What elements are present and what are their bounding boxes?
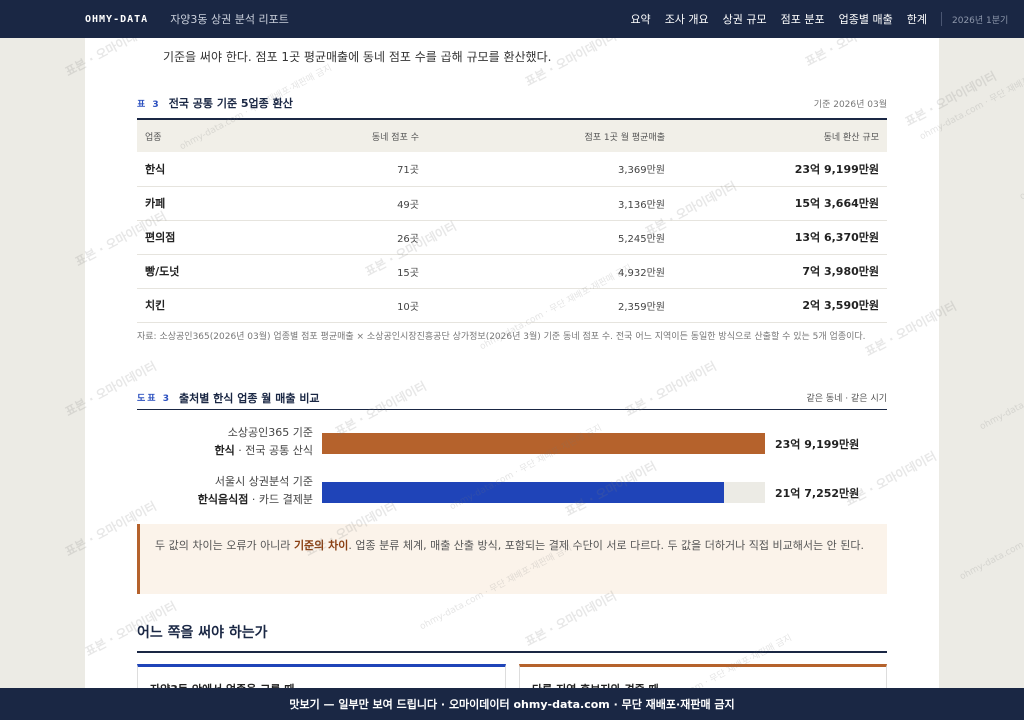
- cell-category: 치킨: [137, 288, 247, 323]
- report-page: 기준을 써야 한다. 점포 1곳 평균매출에 동네 점포 수를 곱해 규모를 환…: [85, 38, 939, 720]
- cell-store-count: 15곳: [247, 254, 427, 289]
- bar-row-seoul: 서울시 상권분석 기준 한식음식점 · 카드 결제분 21억 7,252만원: [137, 473, 887, 513]
- cell-total: 23억 9,199만원: [673, 152, 887, 187]
- table-row: 편의점 26곳 5,245만원 13억 6,370만원: [137, 220, 887, 255]
- section-heading: 어느 쪽을 써야 하는가: [137, 622, 887, 653]
- cell-store-count: 71곳: [247, 152, 427, 187]
- intro-paragraph: 기준을 써야 한다. 점포 1곳 평균매출에 동네 점포 수를 곱해 규모를 환…: [163, 50, 552, 64]
- bar-row-sbiz365: 소상공인365 기준 한식 · 전국 공통 산식 23억 9,199만원: [137, 424, 887, 464]
- table-meta: 기준 2026년 03월: [813, 99, 887, 110]
- cell-total: 15억 3,664만원: [673, 186, 887, 221]
- cell-store-count: 26곳: [247, 220, 427, 255]
- figure-tag: 도표 3: [137, 394, 171, 404]
- bar-label: 서울시 상권분석 기준 한식음식점 · 카드 결제분: [137, 473, 313, 508]
- table-row: 한식 71곳 3,369만원 23억 9,199만원: [137, 152, 887, 187]
- callout-text-pre: 두 값의 차이는 오류가 아니라: [155, 539, 294, 552]
- conversion-table: 업종 동네 점포 수 점포 1곳 월 평균매출 동네 환산 규모 한식 71곳 …: [137, 118, 887, 323]
- nav-item-market-size[interactable]: 상권 규모: [723, 11, 767, 27]
- nav-item-store-distribution[interactable]: 점포 분포: [781, 11, 825, 27]
- bar-label-source: 서울시 상권분석 기준: [214, 475, 313, 488]
- cell-avg-sales: 3,136만원: [427, 186, 673, 221]
- table-row: 빵/도넛 15곳 4,932만원 7억 3,980만원: [137, 254, 887, 289]
- callout-highlight: 기준의 차이: [293, 539, 349, 552]
- cell-avg-sales: 2,359만원: [427, 288, 673, 323]
- col-header-avg-sales: 점포 1곳 월 평균매출: [584, 132, 665, 143]
- bar-fill: [322, 482, 725, 503]
- table-caption: 표 3 전국 공통 기준 5업종 환산 기준 2026년 03월: [137, 94, 887, 112]
- cell-store-count: 49곳: [247, 186, 427, 221]
- report-title: 자양3동 상권 분석 리포트: [170, 13, 289, 26]
- nav-divider: [941, 12, 942, 26]
- table-header-row: 업종 동네 점포 수 점포 1곳 월 평균매출 동네 환산 규모: [137, 119, 887, 152]
- cell-total: 7억 3,980만원: [673, 254, 887, 289]
- bar-label: 소상공인365 기준 한식 · 전국 공통 산식: [137, 424, 313, 459]
- figure-caption: 도표 3 출처별 한식 업종 월 매출 비교 같은 동네 · 같은 시기: [137, 386, 887, 410]
- brand-logo[interactable]: OHMY-DATA: [85, 14, 148, 25]
- nav-item-summary[interactable]: 요약: [630, 11, 650, 27]
- nav-item-overview[interactable]: 조사 개요: [665, 11, 709, 27]
- bar-value: 21억 7,252만원: [775, 487, 860, 500]
- table-tag: 표 3: [137, 99, 161, 110]
- cell-total: 13억 6,370만원: [673, 220, 887, 255]
- cell-total: 2억 3,590만원: [673, 288, 887, 323]
- callout-text-post: . 업종 분류 체계, 매출 산출 방식, 포함되는 결제 수단이 서로 다르다…: [348, 539, 864, 552]
- preview-footer-banner: 맛보기 — 일부만 보여 드립니다 · 오마이데이터 ohmy-data.com…: [0, 688, 1024, 720]
- table-title: 전국 공통 기준 5업종 환산: [168, 97, 293, 110]
- cell-avg-sales: 3,369만원: [427, 152, 673, 187]
- cell-store-count: 10곳: [247, 288, 427, 323]
- bar-label-category: 한식음식점: [197, 492, 249, 506]
- nav-item-limitations[interactable]: 한계: [907, 11, 927, 27]
- table-row: 카페 49곳 3,136만원 15억 3,664만원: [137, 186, 887, 221]
- cell-category: 카페: [137, 186, 247, 221]
- cell-category: 편의점: [137, 220, 247, 255]
- bar-label-category: 한식: [214, 443, 235, 457]
- table-source-note: 자료: 소상공인365(2026년 03월) 업종별 점포 평균매출 × 소상공…: [137, 332, 866, 342]
- top-navbar: OHMY-DATA 자양3동 상권 분석 리포트 요약 조사 개요 상권 규모 …: [0, 0, 1024, 38]
- bar-track: [322, 482, 765, 503]
- cell-category: 빵/도넛: [137, 254, 247, 289]
- report-date: 2026년 1분기: [952, 15, 1009, 26]
- col-header-total: 동네 환산 규모: [823, 132, 879, 143]
- cell-avg-sales: 5,245만원: [427, 220, 673, 255]
- cell-category: 한식: [137, 152, 247, 187]
- bar-label-method: · 카드 결제분: [248, 492, 313, 506]
- bar-track: [322, 433, 765, 454]
- watermark-subtext: ohmy-data.com · 무단 재배포·재판매 금지: [978, 343, 1024, 433]
- nav-menu: 요약 조사 개요 상권 규모 점포 분포 업종별 매출 한계 2026년 1분기: [616, 0, 1024, 38]
- bar-fill: [322, 433, 765, 454]
- bar-label-method: · 전국 공통 산식: [234, 443, 313, 457]
- bar-label-source: 소상공인365 기준: [227, 426, 313, 439]
- watermark-subtext: ohmy-data.com · 무단 재배포·재판매 금지: [958, 493, 1024, 583]
- nav-item-sales-by-category[interactable]: 업종별 매출: [839, 11, 893, 27]
- watermark-subtext: ohmy-data.com · 무단 재배포·재판매 금지: [1018, 113, 1024, 203]
- col-header-category: 업종: [145, 132, 162, 143]
- figure-title: 출처별 한식 업종 월 매출 비교: [178, 391, 320, 405]
- table-row: 치킨 10곳 2,359만원 2억 3,590만원: [137, 288, 887, 323]
- bar-value: 23억 9,199만원: [775, 438, 860, 451]
- difference-callout: 두 값의 차이는 오류가 아니라 기준의 차이. 업종 분류 체계, 매출 산출…: [137, 524, 887, 594]
- col-header-store-count: 동네 점포 수: [371, 132, 419, 143]
- figure-meta: 같은 동네 · 같은 시기: [806, 394, 887, 404]
- cell-avg-sales: 4,932만원: [427, 254, 673, 289]
